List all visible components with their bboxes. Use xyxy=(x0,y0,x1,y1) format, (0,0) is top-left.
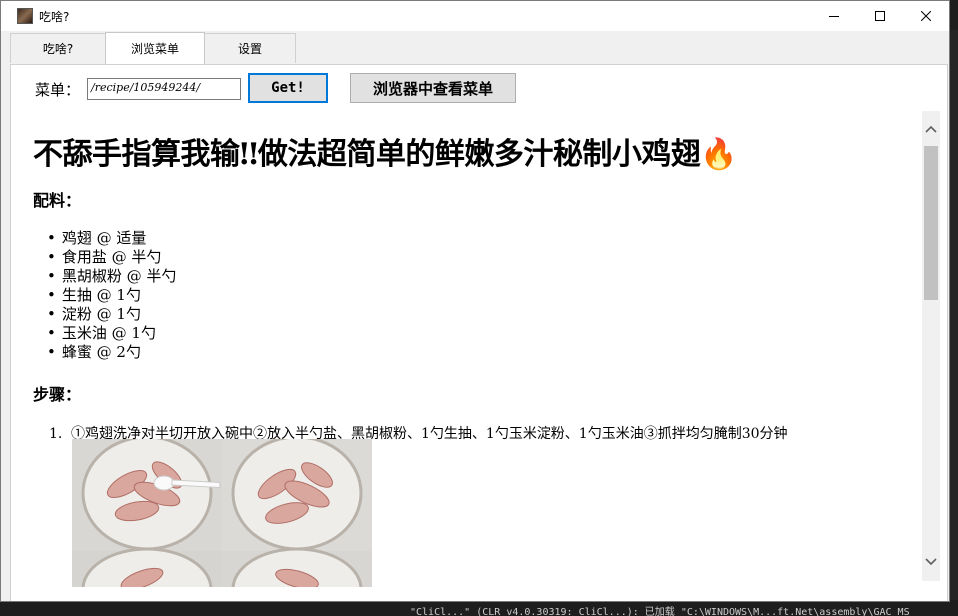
ingredient-item: 生抽 @ 1勺 xyxy=(47,286,176,305)
ingredient-item: 食用盐 @ 半勺 xyxy=(47,248,176,267)
background-editor xyxy=(950,30,958,616)
maximize-icon xyxy=(875,11,885,21)
chevron-up-icon[interactable] xyxy=(925,125,937,133)
recipe-view[interactable]: 不舔手指算我输‼做法超简单的鲜嫩多汁秘制小鸡翅🔥 配料： 鸡翅 @ 适量 食用盐… xyxy=(11,111,923,601)
menu-label: 菜单： xyxy=(35,81,81,99)
ingredient-item: 玉米油 @ 1勺 xyxy=(47,324,176,343)
app-window: 吃啥? 吃啥? 浏览菜单 设置 菜单： /recipe/105949244/ G… xyxy=(0,0,950,602)
background-terminal-text: "CliCl..." (CLR v4.0.30319: CliCl...): 已… xyxy=(410,607,910,616)
window-title: 吃啥? xyxy=(39,9,70,24)
ingredient-item: 黑胡椒粉 @ 半勺 xyxy=(47,267,177,286)
tab-strip: 吃啥? 浏览菜单 设置 xyxy=(10,32,942,65)
steps-heading: 步骤： xyxy=(33,385,82,404)
tab-chi-sha[interactable]: 吃啥? xyxy=(10,33,106,63)
maximize-button[interactable] xyxy=(857,1,903,31)
step-number: 1. xyxy=(49,426,63,442)
browse-menu-panel: 菜单： /recipe/105949244/ Get! 浏览器中查看菜单 不舔手… xyxy=(10,64,948,601)
tab-browse-menu[interactable]: 浏览菜单 xyxy=(105,32,205,64)
minimize-icon xyxy=(829,16,839,17)
step-photo-image xyxy=(72,435,372,601)
window-controls xyxy=(811,1,949,31)
recipe-title: 不舔手指算我输‼做法超简单的鲜嫩多汁秘制小鸡翅🔥 xyxy=(33,137,738,172)
app-icon xyxy=(17,8,33,24)
vertical-scrollbar[interactable] xyxy=(922,111,940,581)
recipe-url-input[interactable]: /recipe/105949244/ xyxy=(87,78,241,100)
minimize-button[interactable] xyxy=(811,1,857,31)
ingredients-list: 鸡翅 @ 适量 食用盐 @ 半勺 黑胡椒粉 @ 半勺 生抽 @ 1勺 淀粉 @ … xyxy=(47,229,177,362)
title-bar[interactable]: 吃啥? xyxy=(1,1,949,31)
ingredient-item: 淀粉 @ 1勺 xyxy=(47,305,176,324)
background-terminal: "CliCl..." (CLR v4.0.30319: CliCl...): 已… xyxy=(0,600,958,616)
chevron-down-icon[interactable] xyxy=(925,558,937,566)
close-button[interactable] xyxy=(903,1,949,31)
get-button[interactable]: Get! xyxy=(248,73,328,103)
ingredients-heading: 配料： xyxy=(33,191,82,210)
ingredient-item: 鸡翅 @ 适量 xyxy=(47,229,176,248)
close-icon xyxy=(921,11,931,21)
view-in-browser-button[interactable]: 浏览器中查看菜单 xyxy=(350,73,516,103)
ingredient-item: 蜂蜜 @ 2勺 xyxy=(47,343,176,362)
step-photo xyxy=(72,435,372,601)
tab-settings[interactable]: 设置 xyxy=(204,33,296,63)
scrollbar-thumb[interactable] xyxy=(924,146,938,300)
